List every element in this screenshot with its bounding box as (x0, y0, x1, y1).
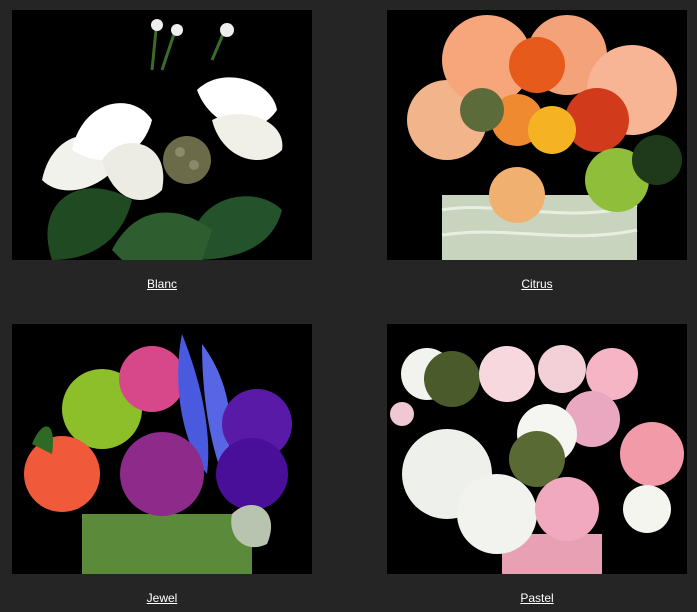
product-image-jewel[interactable] (12, 324, 312, 574)
product-image-blanc[interactable] (12, 10, 312, 260)
pastel-pink-flowers-arrangement-image (387, 324, 687, 574)
product-link-pastel[interactable]: Pastel (387, 591, 687, 605)
product-link-citrus[interactable]: Citrus (387, 277, 687, 291)
product-link-blanc[interactable]: Blanc (12, 277, 312, 291)
product-image-pastel[interactable] (387, 324, 687, 574)
product-image-citrus[interactable] (387, 10, 687, 260)
white-lilies-arrangement-image (12, 10, 312, 260)
purple-pink-flowers-arrangement-image (12, 324, 312, 574)
product-link-jewel[interactable]: Jewel (12, 591, 312, 605)
orange-flowers-arrangement-image (387, 10, 687, 260)
